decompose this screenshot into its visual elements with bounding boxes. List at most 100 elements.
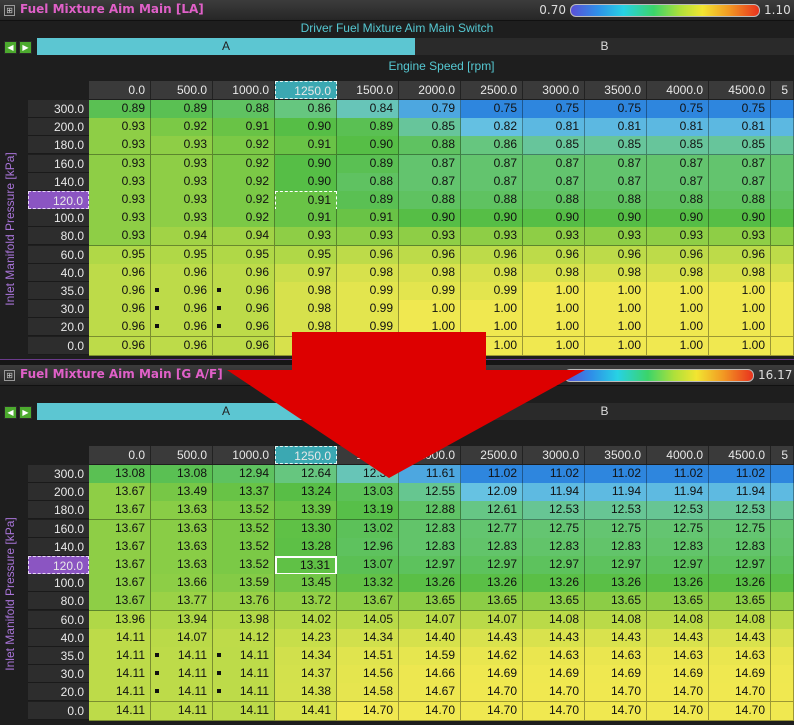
table-cell[interactable]: 0.91 — [275, 209, 337, 229]
table-cell[interactable]: 0.90 — [337, 136, 399, 156]
table-cell[interactable]: 14.63 — [585, 647, 647, 666]
table-cell[interactable]: 0.87 — [709, 154, 771, 174]
table-cell[interactable]: 0.94 — [213, 227, 275, 247]
table-cell[interactable] — [771, 318, 794, 338]
table-cell[interactable]: 0.85 — [585, 136, 647, 156]
table-cell[interactable]: 14.43 — [585, 628, 647, 648]
table-cell[interactable]: 0.87 — [461, 172, 523, 192]
table-cell[interactable]: 11.02 — [585, 465, 647, 484]
column-header[interactable]: 2500.0 — [461, 446, 523, 464]
table-cell[interactable]: 13.03 — [337, 483, 399, 503]
table-cell[interactable]: 0.98 — [275, 282, 337, 301]
table-cell[interactable]: 0.96 — [151, 318, 213, 338]
column-header[interactable]: 1000.0 — [213, 81, 275, 99]
panel-menu-icon[interactable]: ⊞ — [4, 5, 15, 16]
table-cell[interactable]: 14.08 — [709, 610, 771, 630]
table-cell[interactable]: 12.77 — [461, 519, 523, 539]
table-cell[interactable]: 13.02 — [337, 519, 399, 539]
table-cell[interactable] — [771, 245, 794, 265]
table-cell[interactable] — [771, 227, 794, 247]
table-cell[interactable]: 14.05 — [337, 610, 399, 630]
table-cell[interactable]: 0.93 — [151, 191, 213, 210]
table-cell[interactable]: 12.53 — [585, 501, 647, 521]
table-cell[interactable]: 14.11 — [151, 665, 213, 685]
table-cell[interactable]: 14.70 — [523, 701, 585, 721]
table-cell[interactable]: 0.96 — [89, 336, 151, 356]
table-cell[interactable]: 0.93 — [151, 136, 213, 156]
table-cell[interactable]: 0.88 — [709, 191, 771, 210]
table-cell[interactable]: 0.98 — [647, 263, 709, 283]
table-cell[interactable] — [771, 465, 794, 484]
table-cell[interactable]: 0.96 — [647, 245, 709, 265]
table-cell[interactable]: 14.51 — [337, 647, 399, 666]
row-header[interactable]: 35.0 — [28, 647, 89, 665]
table-cell[interactable]: 0.88 — [523, 191, 585, 210]
table-cell[interactable]: 14.70 — [523, 683, 585, 703]
table-cell[interactable]: 0.89 — [337, 191, 399, 210]
table-cell[interactable]: 1.00 — [523, 318, 585, 338]
column-header[interactable]: 5 — [771, 81, 794, 99]
table-cell[interactable]: 0.96 — [213, 300, 275, 320]
row-header[interactable]: 120.0 — [28, 191, 89, 209]
table-cell[interactable]: 0.99 — [337, 318, 399, 338]
row-header[interactable]: 40.0 — [28, 628, 89, 647]
table-cell[interactable]: 0.95 — [151, 245, 213, 265]
table-cell[interactable]: 13.67 — [89, 519, 151, 539]
table-cell[interactable]: 14.70 — [709, 683, 771, 703]
row-header[interactable]: 100.0 — [28, 209, 89, 228]
table-cell[interactable] — [771, 300, 794, 320]
table-cell[interactable]: 14.70 — [337, 701, 399, 721]
table-cell[interactable]: 14.11 — [89, 647, 151, 666]
table-cell[interactable]: 14.70 — [399, 701, 461, 721]
table-cell[interactable]: 12.97 — [461, 556, 523, 575]
table-cell[interactable]: 0.86 — [275, 100, 337, 119]
table-cell[interactable]: 14.70 — [585, 701, 647, 721]
table-cell[interactable]: 0.91 — [337, 209, 399, 229]
table-cell[interactable]: 14.69 — [647, 665, 709, 685]
table-cell[interactable] — [771, 136, 794, 156]
table-cell[interactable]: 13.66 — [151, 574, 213, 594]
prev-table-icon[interactable]: ◀ — [4, 41, 17, 54]
table-cell[interactable]: 0.93 — [89, 209, 151, 229]
table-cell[interactable]: 12.97 — [647, 556, 709, 575]
table-cell[interactable]: 11.94 — [709, 483, 771, 503]
table-cell[interactable]: 14.11 — [213, 701, 275, 721]
table-cell[interactable]: 13.24 — [275, 483, 337, 503]
table-cell[interactable]: 13.67 — [337, 592, 399, 612]
table-cell[interactable] — [771, 665, 794, 685]
table-cell[interactable]: 0.96 — [213, 263, 275, 283]
table-cell[interactable] — [771, 100, 794, 119]
table-cell[interactable]: 14.58 — [337, 683, 399, 703]
table-cell[interactable]: 11.61 — [399, 465, 461, 484]
table-cell[interactable]: 12.53 — [523, 501, 585, 521]
table-cell[interactable]: 1.00 — [461, 318, 523, 338]
table-cell[interactable]: 14.43 — [523, 628, 585, 648]
table-cell[interactable]: 0.93 — [399, 227, 461, 247]
table-cell[interactable]: 0.96 — [89, 282, 151, 301]
switch-segment-a[interactable]: A — [37, 403, 415, 420]
table-cell[interactable]: 14.70 — [709, 701, 771, 721]
table-cell[interactable]: 13.30 — [275, 519, 337, 539]
table-cell[interactable]: 1.00 — [709, 336, 771, 356]
table-cell[interactable]: 12.53 — [647, 501, 709, 521]
table-cell[interactable]: 1.00 — [523, 282, 585, 301]
table-cell[interactable]: 1.00 — [709, 282, 771, 301]
table-cell[interactable]: 11.94 — [585, 483, 647, 503]
table-cell[interactable]: 12.83 — [709, 537, 771, 557]
table-cell[interactable]: 14.59 — [399, 647, 461, 666]
table-cell[interactable]: 14.40 — [399, 628, 461, 648]
column-header[interactable]: 4500.0 — [709, 81, 771, 99]
table-cell[interactable]: 14.43 — [461, 628, 523, 648]
table-cell[interactable]: 0.93 — [151, 172, 213, 192]
next-table-icon[interactable]: ▶ — [19, 406, 32, 419]
table-cell[interactable]: 1.00 — [399, 318, 461, 338]
table-cell[interactable]: 13.52 — [213, 519, 275, 539]
table-cell[interactable]: 1.00 — [461, 300, 523, 320]
table-cell[interactable]: 1.00 — [523, 336, 585, 356]
table-cell[interactable]: 13.65 — [461, 592, 523, 612]
row-header[interactable]: 0.0 — [28, 701, 89, 720]
table-cell[interactable]: 13.67 — [89, 501, 151, 521]
table-cell[interactable]: 14.69 — [709, 665, 771, 685]
panel-title-bar[interactable]: ⊞ Fuel Mixture Aim Main [G A/F] 10.29 16… — [0, 365, 794, 386]
table-cell[interactable]: 0.96 — [337, 245, 399, 265]
